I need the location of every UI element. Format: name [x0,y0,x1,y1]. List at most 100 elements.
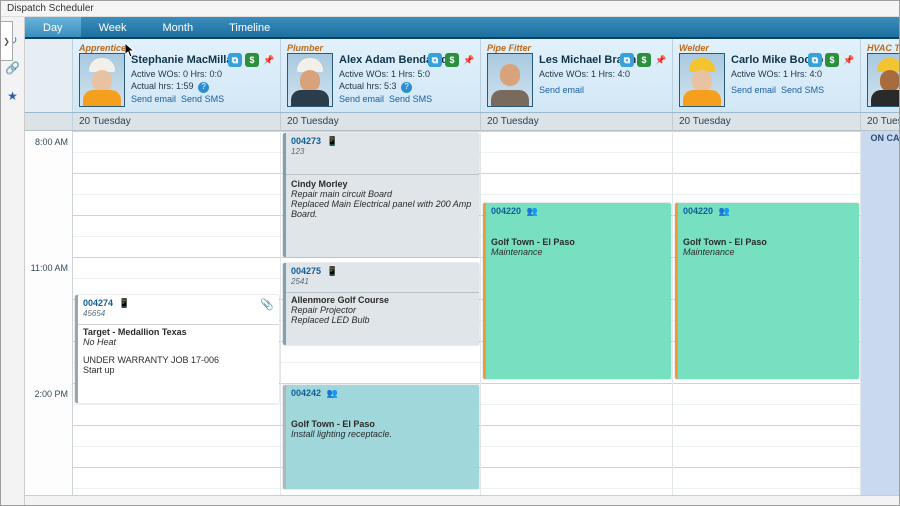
wo-desc1: Maintenance [491,247,666,257]
mobile-icon [116,298,130,308]
wo-desc2: UNDER WARRANTY JOB 17-006 [83,355,274,365]
tab-timeline[interactable]: Timeline [211,17,288,37]
appointment[interactable]: 004275 2541 Allenmore Golf Course Repair… [283,263,479,345]
dollar-icon[interactable]: $ [825,53,839,67]
day-header[interactable]: 20 Tuesday [281,113,481,130]
wo-number: 004242 [291,388,474,399]
view-tabs: Day Week Month Timeline [25,17,899,39]
avatar [79,53,125,107]
resource-apprentice[interactable]: Apprentice ⧉ $ 📌 Stephanie MacMillan Act… [73,39,281,112]
wo-desc1: No Heat [83,337,274,347]
team-icon [524,206,538,216]
wo-desc1: Install lighting receptacle. [291,429,474,439]
role-label: Welder [679,43,854,53]
active-wo: Active WOs: 1 Hrs: 4:0 [539,68,636,80]
star-icon[interactable]: ★ [6,89,20,103]
on-call-block[interactable]: ON CALL [861,131,899,495]
tab-week[interactable]: Week [81,17,145,37]
avatar [487,53,533,107]
mobile-icon [324,266,338,276]
contact-icon[interactable]: ⧉ [808,53,822,67]
collapse-handle-left[interactable]: ❯ [1,21,13,61]
contact-links: Send email Send SMS [131,93,239,105]
resource-hvac[interactable]: HVAC Tech [861,39,899,112]
role-label: HVAC Tech [867,43,899,53]
avatar [679,53,725,107]
dollar-icon[interactable]: $ [245,53,259,67]
day-header[interactable]: 20 Tuesday [481,113,673,130]
send-sms-link[interactable]: Send SMS [181,94,224,104]
client-name: Golf Town - El Paso [683,237,854,247]
pin-icon[interactable]: 📌 [654,53,668,67]
appointment[interactable]: 004242 Golf Town - El Paso Install light… [283,385,479,489]
send-email-link[interactable]: Send email [539,85,584,95]
appointment[interactable]: 004220 Golf Town - El Paso Maintenance [483,203,671,379]
wo-desc2: Replaced Main Electrical panel with 200 … [291,199,474,219]
day-header[interactable]: 20 Tuesday [861,113,899,130]
attachment-icon[interactable]: 📎 [260,298,274,311]
contact-icon[interactable]: ⧉ [428,53,442,67]
active-wo: Active WOs: 1 Hrs: 4:0 [731,68,824,80]
wo-desc1: Maintenance [683,247,854,257]
wo-desc3: Start up [83,365,274,375]
resource-welder[interactable]: Welder ⧉$📌 Carlo Mike Bocco Active WOs: … [673,39,861,112]
dollar-icon[interactable]: $ [445,53,459,67]
appointment[interactable]: 004220 Golf Town - El Paso Maintenance [675,203,859,379]
day-header[interactable]: 20 Tuesday [73,113,281,130]
gutter-blank [25,39,73,112]
client-name: Cindy Morley [291,179,474,189]
main-panel: Day Week Month Timeline Apprentice ⧉ $ 📌 [25,17,899,505]
pin-icon[interactable]: 📌 [462,53,476,67]
horizontal-scrollbar[interactable] [25,495,899,505]
client-name: Allenmore Golf Course [291,295,474,305]
wo-sub: 45654 [83,309,274,318]
contact-icon[interactable]: ⧉ [620,53,634,67]
actual-hrs: Actual hrs: 5:3 ? [339,80,448,93]
active-wo: Active WOs: 0 Hrs: 0:0 [131,68,239,80]
info-icon[interactable]: ? [401,82,412,93]
lanes[interactable]: ON CALL 004273 123 Cindy Morley Repair m… [73,131,887,495]
dispatch-scheduler-window: Dispatch Scheduler ❯ ↻ 🔗 ★ Day Week Mont… [0,0,900,506]
resource-name: Stephanie MacMillan [131,53,239,68]
wo-sub: 123 [291,147,474,156]
day-header-row: 20 Tuesday 20 Tuesday 20 Tuesday 20 Tues… [25,113,899,131]
send-sms-link[interactable]: Send SMS [389,94,432,104]
dollar-icon[interactable]: $ [637,53,651,67]
contact-icon[interactable]: ⧉ [228,53,242,67]
lane-hvac[interactable]: ON CALL [861,131,899,495]
role-label: Plumber [287,43,474,53]
client-name: Golf Town - El Paso [491,237,666,247]
avatar [867,53,899,107]
send-email-link[interactable]: Send email [131,94,176,104]
resource-plumber[interactable]: Plumber ⧉$📌 Alex Adam Bendavid Active WO… [281,39,481,112]
client-name: Golf Town - El Paso [291,419,474,429]
send-sms-link[interactable]: Send SMS [781,85,824,95]
tab-day[interactable]: Day [25,17,81,37]
wo-number: 004220 [683,206,854,217]
resource-header: Apprentice ⧉ $ 📌 Stephanie MacMillan Act… [25,39,899,113]
resource-pipe-fitter[interactable]: Pipe Fitter ⧉$📌 Les Michael Braun Active… [481,39,673,112]
info-icon[interactable]: ? [198,82,209,93]
appointment[interactable]: 📎 004274 45654 Target - Medallion Texas … [75,295,279,403]
pin-icon[interactable]: 📌 [842,53,856,67]
active-wo: Active WOs: 1 Hrs: 5:0 [339,68,448,80]
team-icon [716,206,730,216]
left-rail: ↻ 🔗 ★ [1,17,25,505]
send-email-link[interactable]: Send email [339,94,384,104]
wo-desc2: Replaced LED Bulb [291,315,474,325]
window-title: Dispatch Scheduler [1,1,899,17]
tab-month[interactable]: Month [144,17,211,37]
link-icon[interactable]: 🔗 [6,61,20,75]
day-header[interactable]: 20 Tuesday [673,113,861,130]
role-label: Pipe Fitter [487,43,666,53]
mobile-icon [324,136,338,146]
pin-icon[interactable]: 📌 [262,53,276,67]
time-label: 2:00 PM [34,389,68,399]
body-area: ❯ ↻ 🔗 ★ Day Week Month Timeline Apprenti… [1,17,899,505]
time-gutter: 8:00 AM 11:00 AM 2:00 PM [25,131,73,495]
time-label: 8:00 AM [35,137,68,147]
send-email-link[interactable]: Send email [731,85,776,95]
appointment[interactable]: 004273 123 Cindy Morley Repair main circ… [283,133,479,257]
wo-sub: 2541 [291,277,474,286]
role-label: Apprentice [79,43,274,53]
